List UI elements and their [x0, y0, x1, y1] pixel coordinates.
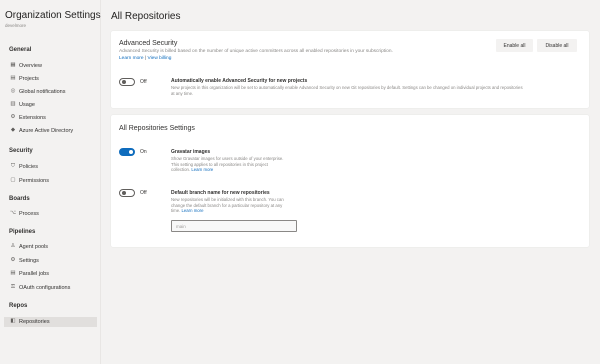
repositories-icon: ◧	[10, 318, 16, 325]
sidebar-item-label: Agent pools	[19, 244, 49, 250]
sidebar: Organization Settings develmore General …	[0, 0, 101, 364]
description-line: time.	[171, 208, 181, 214]
description-line: Show Gravatar images for users outside o…	[171, 156, 284, 161]
enable-all-button[interactable]: Enable all	[496, 39, 533, 52]
view-billing-link[interactable]: View billing	[147, 56, 171, 61]
sidebar-item-label: OAuth configurations	[19, 285, 71, 291]
description-line: New repositories will be initialized wit…	[171, 197, 284, 202]
settings-icon: ⚙	[10, 257, 16, 264]
sidebar-item-label: Global notifications	[19, 89, 66, 95]
sidebar-item-label: Policies	[19, 164, 38, 170]
sidebar-item-label: Settings	[19, 258, 39, 264]
page-title: All Repositories	[111, 11, 181, 22]
auto-enable-toggle-state: Off	[140, 79, 147, 85]
description-line: at any time.	[171, 90, 194, 96]
gravatar-description: Show Gravatar images for users outside o…	[171, 156, 284, 173]
advanced-security-links: Learn more | View billing	[119, 56, 171, 61]
parallel-jobs-icon: ▤	[10, 270, 16, 277]
sidebar-item-global-notifications[interactable]: ◎ Global notifications	[4, 87, 97, 97]
default-branch-toggle-state: Off	[140, 190, 147, 196]
sidebar-item-parallel-jobs[interactable]: ▤ Parallel jobs	[4, 269, 97, 279]
sidebar-item-policies[interactable]: ⛉ Policies	[4, 162, 97, 172]
overview-icon: ▦	[10, 62, 16, 69]
sidebar-item-permissions[interactable]: ▢ Permissions	[4, 176, 97, 186]
all-repositories-settings-card: All Repositories Settings On Gravatar im…	[111, 115, 589, 247]
toggle-knob	[121, 191, 126, 195]
sidebar-item-repositories[interactable]: ◧ Repositories	[4, 317, 97, 327]
default-branch-description: New repositories will be initialized wit…	[171, 197, 284, 214]
sidebar-item-process[interactable]: ⌥ Process	[4, 209, 97, 219]
default-branch-toggle[interactable]	[119, 189, 135, 197]
gravatar-title: Gravatar images	[171, 149, 211, 155]
learn-more-link[interactable]: Learn more	[119, 56, 144, 61]
sidebar-item-usage[interactable]: ▥ Usage	[4, 100, 97, 110]
sidebar-item-label: Extensions	[19, 115, 46, 121]
disable-all-button[interactable]: Disable all	[537, 39, 577, 52]
sidebar-item-extensions[interactable]: ⚙ Extensions	[4, 113, 97, 123]
org-name: develmore	[5, 23, 27, 28]
sidebar-item-azure-active-directory[interactable]: ◆ Azure Active Directory	[4, 126, 97, 136]
projects-icon: ▤	[10, 75, 16, 82]
sidebar-item-label: Repositories	[19, 319, 50, 325]
toggle-knob	[128, 150, 133, 154]
default-branch-title: Default branch name for new repositories	[171, 190, 270, 196]
section-heading-security: Security	[9, 148, 33, 154]
section-heading-general: General	[9, 47, 32, 53]
description-line: collection.	[171, 167, 191, 173]
sidebar-item-label: Usage	[19, 102, 35, 108]
sidebar-item-label: Parallel jobs	[19, 271, 49, 277]
sidebar-item-projects[interactable]: ▤ Projects	[4, 74, 97, 84]
extensions-icon: ⚙	[10, 114, 16, 121]
auto-enable-title: Automatically enable Advanced Security f…	[171, 78, 308, 84]
sidebar-item-label: Azure Active Directory	[19, 128, 74, 134]
sidebar-item-label: Projects	[19, 76, 39, 82]
section-heading-boards: Boards	[9, 196, 30, 202]
default-branch-learn-more-link[interactable]: Learn more	[182, 208, 204, 213]
default-branch-name-input[interactable]	[171, 220, 297, 232]
gravatar-toggle-state: On	[140, 149, 147, 155]
auto-enable-description: New projects in this organization will b…	[171, 85, 523, 96]
gravatar-learn-more-link[interactable]: Learn more	[191, 167, 213, 172]
sidebar-item-settings[interactable]: ⚙ Settings	[4, 256, 97, 266]
advanced-security-title: Advanced Security	[119, 40, 178, 47]
oauth-icon: ⚿	[10, 284, 16, 291]
permissions-icon: ▢	[10, 177, 16, 184]
usage-icon: ▥	[10, 101, 16, 108]
advanced-security-card: Advanced Security Advanced Security is b…	[111, 31, 589, 108]
notifications-icon: ◎	[10, 88, 16, 95]
agent-pools-icon: ♙	[10, 243, 16, 250]
link-separator: |	[144, 56, 147, 61]
all-repositories-settings-title: All Repositories Settings	[119, 125, 195, 132]
process-icon: ⌥	[9, 210, 17, 217]
sidebar-item-label: Permissions	[19, 178, 49, 184]
sidebar-item-label: Overview	[19, 63, 42, 69]
azure-ad-icon: ◆	[10, 127, 16, 134]
gravatar-toggle[interactable]	[119, 148, 135, 156]
description-line: New projects in this organization will b…	[171, 85, 523, 90]
section-heading-pipelines: Pipelines	[9, 229, 36, 235]
policies-icon: ⛉	[10, 163, 16, 170]
toggle-knob	[121, 80, 126, 84]
sidebar-item-label: Process	[19, 211, 39, 217]
auto-enable-toggle[interactable]	[119, 78, 135, 86]
org-settings-title: Organization Settings	[5, 10, 101, 21]
section-heading-repos: Repos	[9, 303, 28, 309]
sidebar-item-agent-pools[interactable]: ♙ Agent pools	[4, 242, 97, 252]
advanced-security-description: Advanced Security is billed based on the…	[119, 49, 393, 54]
sidebar-item-oauth-configurations[interactable]: ⚿ OAuth configurations	[4, 283, 97, 293]
sidebar-item-overview[interactable]: ▦ Overview	[4, 61, 97, 71]
